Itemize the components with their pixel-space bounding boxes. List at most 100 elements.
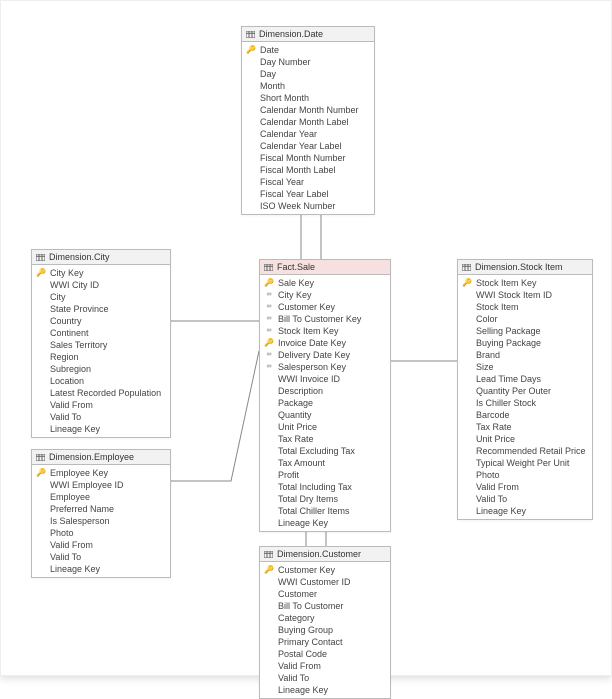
- column-row[interactable]: ISO Week Number: [242, 200, 374, 212]
- column-row[interactable]: ∞Bill To Customer Key: [260, 313, 390, 325]
- table-dimension-date[interactable]: Dimension.Date 🔑DateDay NumberDayMonthSh…: [241, 26, 375, 215]
- column-row[interactable]: Typical Weight Per Unit: [458, 457, 592, 469]
- column-row[interactable]: State Province: [32, 303, 170, 315]
- column-row[interactable]: Fiscal Month Label: [242, 164, 374, 176]
- column-row[interactable]: Quantity Per Outer: [458, 385, 592, 397]
- column-row[interactable]: Sales Territory: [32, 339, 170, 351]
- table-header: Dimension.Customer: [260, 547, 390, 562]
- column-name: Subregion: [50, 363, 91, 375]
- column-row[interactable]: 🔑Customer Key: [260, 564, 390, 576]
- column-row[interactable]: Customer: [260, 588, 390, 600]
- column-row[interactable]: Package: [260, 397, 390, 409]
- column-row[interactable]: Valid From: [32, 539, 170, 551]
- column-row[interactable]: Tax Rate: [260, 433, 390, 445]
- table-fact-sale[interactable]: Fact.Sale 🔑Sale Key∞City Key∞Customer Ke…: [259, 259, 391, 532]
- column-row[interactable]: 🔑Stock Item Key: [458, 277, 592, 289]
- column-row[interactable]: 🔑Invoice Date Key: [260, 337, 390, 349]
- column-row[interactable]: Total Excluding Tax: [260, 445, 390, 457]
- column-row[interactable]: City: [32, 291, 170, 303]
- column-row[interactable]: Latest Recorded Population: [32, 387, 170, 399]
- column-row[interactable]: Size: [458, 361, 592, 373]
- column-row[interactable]: Lineage Key: [458, 505, 592, 517]
- column-row[interactable]: Calendar Year: [242, 128, 374, 140]
- column-row[interactable]: Fiscal Year: [242, 176, 374, 188]
- table-dimension-stock-item[interactable]: Dimension.Stock Item 🔑Stock Item KeyWWI …: [457, 259, 593, 520]
- column-row[interactable]: Region: [32, 351, 170, 363]
- column-row[interactable]: Buying Package: [458, 337, 592, 349]
- table-title: Fact.Sale: [277, 262, 315, 272]
- column-row[interactable]: Description: [260, 385, 390, 397]
- column-row[interactable]: Tax Amount: [260, 457, 390, 469]
- column-row[interactable]: ∞Customer Key: [260, 301, 390, 313]
- column-row[interactable]: Lead Time Days: [458, 373, 592, 385]
- column-row[interactable]: Country: [32, 315, 170, 327]
- column-row[interactable]: Lineage Key: [32, 563, 170, 575]
- column-row[interactable]: Unit Price: [458, 433, 592, 445]
- column-row[interactable]: Valid From: [260, 660, 390, 672]
- column-row[interactable]: Short Month: [242, 92, 374, 104]
- column-row[interactable]: Total Dry Items: [260, 493, 390, 505]
- column-row[interactable]: Lineage Key: [260, 684, 390, 696]
- table-dimension-city[interactable]: Dimension.City 🔑City KeyWWI City IDCityS…: [31, 249, 171, 438]
- column-row[interactable]: 🔑City Key: [32, 267, 170, 279]
- column-row[interactable]: Photo: [458, 469, 592, 481]
- column-row[interactable]: Preferred Name: [32, 503, 170, 515]
- column-row[interactable]: Calendar Month Number: [242, 104, 374, 116]
- column-row[interactable]: Continent: [32, 327, 170, 339]
- column-row[interactable]: Is Chiller Stock: [458, 397, 592, 409]
- column-row[interactable]: Calendar Year Label: [242, 140, 374, 152]
- column-row[interactable]: ∞Salesperson Key: [260, 361, 390, 373]
- table-icon: [264, 551, 273, 558]
- column-row[interactable]: Valid To: [32, 551, 170, 563]
- column-row[interactable]: Photo: [32, 527, 170, 539]
- column-row[interactable]: ∞Delivery Date Key: [260, 349, 390, 361]
- column-row[interactable]: Barcode: [458, 409, 592, 421]
- column-row[interactable]: Postal Code: [260, 648, 390, 660]
- column-row[interactable]: Unit Price: [260, 421, 390, 433]
- column-row[interactable]: Location: [32, 375, 170, 387]
- column-row[interactable]: Valid To: [458, 493, 592, 505]
- column-row[interactable]: Primary Contact: [260, 636, 390, 648]
- column-row[interactable]: ∞City Key: [260, 289, 390, 301]
- column-row[interactable]: Total Including Tax: [260, 481, 390, 493]
- column-row[interactable]: Month: [242, 80, 374, 92]
- column-row[interactable]: 🔑Sale Key: [260, 277, 390, 289]
- column-row[interactable]: Valid To: [260, 672, 390, 684]
- column-row[interactable]: Is Salesperson: [32, 515, 170, 527]
- column-row[interactable]: 🔑Date: [242, 44, 374, 56]
- column-row[interactable]: WWI Invoice ID: [260, 373, 390, 385]
- column-row[interactable]: 🔑Employee Key: [32, 467, 170, 479]
- column-row[interactable]: Valid To: [32, 411, 170, 423]
- column-row[interactable]: Quantity: [260, 409, 390, 421]
- column-row[interactable]: Recommended Retail Price: [458, 445, 592, 457]
- table-dimension-customer[interactable]: Dimension.Customer 🔑Customer KeyWWI Cust…: [259, 546, 391, 699]
- column-name: Lineage Key: [278, 517, 328, 529]
- column-row[interactable]: Category: [260, 612, 390, 624]
- column-row[interactable]: Day Number: [242, 56, 374, 68]
- column-row[interactable]: Fiscal Month Number: [242, 152, 374, 164]
- column-row[interactable]: Valid From: [32, 399, 170, 411]
- column-row[interactable]: Tax Rate: [458, 421, 592, 433]
- column-row[interactable]: Brand: [458, 349, 592, 361]
- column-row[interactable]: WWI City ID: [32, 279, 170, 291]
- column-row[interactable]: ∞Stock Item Key: [260, 325, 390, 337]
- column-row[interactable]: Subregion: [32, 363, 170, 375]
- column-row[interactable]: Profit: [260, 469, 390, 481]
- column-row[interactable]: Lineage Key: [32, 423, 170, 435]
- column-row[interactable]: Total Chiller Items: [260, 505, 390, 517]
- column-row[interactable]: Selling Package: [458, 325, 592, 337]
- column-row[interactable]: WWI Customer ID: [260, 576, 390, 588]
- column-row[interactable]: WWI Stock Item ID: [458, 289, 592, 301]
- column-row[interactable]: Bill To Customer: [260, 600, 390, 612]
- column-row[interactable]: Buying Group: [260, 624, 390, 636]
- column-row[interactable]: Employee: [32, 491, 170, 503]
- column-row[interactable]: Valid From: [458, 481, 592, 493]
- table-dimension-employee[interactable]: Dimension.Employee 🔑Employee KeyWWI Empl…: [31, 449, 171, 578]
- column-row[interactable]: Color: [458, 313, 592, 325]
- column-row[interactable]: WWI Employee ID: [32, 479, 170, 491]
- column-row[interactable]: Lineage Key: [260, 517, 390, 529]
- column-row[interactable]: Calendar Month Label: [242, 116, 374, 128]
- column-row[interactable]: Day: [242, 68, 374, 80]
- column-row[interactable]: Stock Item: [458, 301, 592, 313]
- column-row[interactable]: Fiscal Year Label: [242, 188, 374, 200]
